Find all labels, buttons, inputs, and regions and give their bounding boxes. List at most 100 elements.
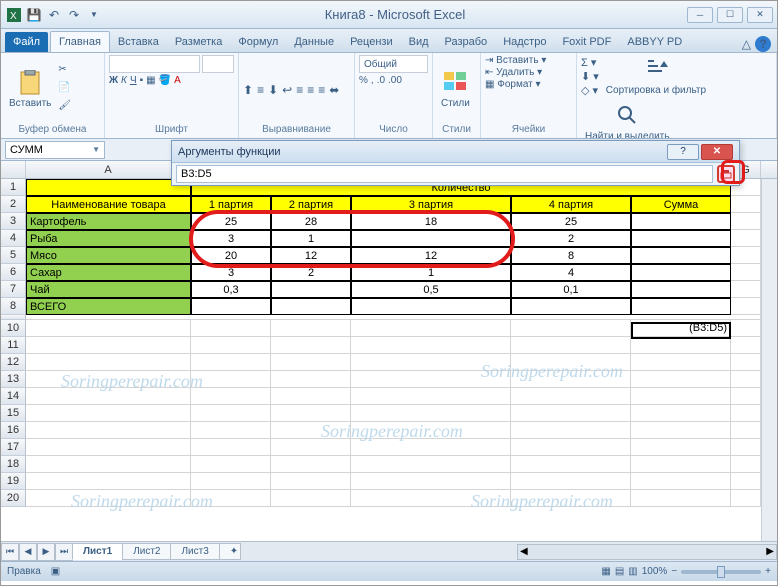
view-normal-icon[interactable]: ▦ xyxy=(601,566,610,577)
cell[interactable] xyxy=(271,281,351,298)
dialog-titlebar[interactable]: Аргументы функции ? ✕ xyxy=(172,141,739,163)
cell[interactable] xyxy=(191,337,271,354)
row-header[interactable]: 4 xyxy=(1,230,26,247)
paste-button[interactable]: Вставить xyxy=(5,68,55,111)
merge-icon[interactable]: ⬌ xyxy=(329,83,339,97)
cell[interactable] xyxy=(731,490,761,507)
zoom-in-button[interactable]: + xyxy=(765,566,771,577)
fill-icon[interactable]: ⬇ ▾ xyxy=(581,70,599,83)
dec-inc-icon[interactable]: .0 xyxy=(377,75,385,86)
cell[interactable] xyxy=(191,405,271,422)
styles-button[interactable]: Стили xyxy=(437,68,474,111)
cell[interactable] xyxy=(191,371,271,388)
cell[interactable] xyxy=(351,371,511,388)
row-header[interactable]: 15 xyxy=(1,405,26,422)
cell[interactable]: Картофель xyxy=(26,213,191,230)
sheet-nav-next[interactable]: ▶ xyxy=(37,543,55,561)
format-painter-icon[interactable]: 🖌 xyxy=(58,100,74,116)
cell[interactable] xyxy=(511,439,631,456)
cell[interactable]: Сахар xyxy=(26,264,191,281)
delete-cells-button[interactable]: ⇤ Удалить ▾ xyxy=(485,67,542,78)
cell[interactable] xyxy=(631,490,731,507)
zoom-level[interactable]: 100% xyxy=(642,566,668,577)
cell[interactable] xyxy=(631,264,731,281)
align-left-icon[interactable]: ≡ xyxy=(296,83,303,97)
cell[interactable] xyxy=(26,473,191,490)
cell[interactable] xyxy=(26,179,191,196)
sheet-nav-last[interactable]: ⏭ xyxy=(55,543,73,561)
cell[interactable]: Рыба xyxy=(26,230,191,247)
cell[interactable] xyxy=(351,405,511,422)
cell[interactable] xyxy=(271,298,351,315)
row-header[interactable]: 8 xyxy=(1,298,26,315)
dec-dec-icon[interactable]: .00 xyxy=(388,75,402,86)
zoom-slider[interactable] xyxy=(681,570,761,574)
tab-data[interactable]: Данные xyxy=(286,32,342,52)
cell[interactable] xyxy=(511,354,631,371)
cell[interactable] xyxy=(731,196,761,213)
cell[interactable] xyxy=(26,439,191,456)
cell[interactable] xyxy=(731,337,761,354)
cell[interactable]: 25 xyxy=(511,213,631,230)
cut-icon[interactable]: ✂ xyxy=(58,64,74,80)
row-header[interactable]: 10 xyxy=(1,320,26,337)
cell[interactable] xyxy=(271,371,351,388)
cell[interactable] xyxy=(731,456,761,473)
cell[interactable] xyxy=(511,422,631,439)
row-header[interactable]: 13 xyxy=(1,371,26,388)
cell[interactable]: 4 xyxy=(511,264,631,281)
row-header[interactable]: 14 xyxy=(1,388,26,405)
cell[interactable] xyxy=(26,422,191,439)
range-input[interactable] xyxy=(176,165,713,183)
dialog-close-button[interactable]: ✕ xyxy=(701,144,733,160)
help-icon[interactable]: ? xyxy=(755,36,771,52)
cell[interactable] xyxy=(191,388,271,405)
row-header[interactable]: 20 xyxy=(1,490,26,507)
minimize-button[interactable]: ─ xyxy=(687,7,713,23)
cell[interactable] xyxy=(731,264,761,281)
cell[interactable] xyxy=(731,388,761,405)
cell[interactable] xyxy=(731,281,761,298)
row-header[interactable]: 3 xyxy=(1,213,26,230)
cell[interactable]: 18 xyxy=(351,213,511,230)
cell[interactable] xyxy=(631,337,731,354)
align-mid-icon[interactable]: ≡ xyxy=(257,83,264,97)
cell[interactable] xyxy=(631,298,731,315)
zoom-out-button[interactable]: − xyxy=(671,566,677,577)
cell[interactable]: 3 партия xyxy=(351,196,511,213)
fontcolor-button[interactable]: A xyxy=(174,75,181,86)
cell-formula-preview[interactable]: (B3:D5) xyxy=(631,320,731,337)
cell[interactable] xyxy=(191,456,271,473)
row-header[interactable]: 2 xyxy=(1,196,26,213)
cell[interactable] xyxy=(731,213,761,230)
sheet-nav-first[interactable]: ⏮ xyxy=(1,543,19,561)
cell[interactable] xyxy=(271,439,351,456)
tab-view[interactable]: Вид xyxy=(401,32,437,52)
cell[interactable] xyxy=(631,388,731,405)
cell[interactable] xyxy=(271,354,351,371)
wrap-icon[interactable]: ↩ xyxy=(282,83,292,97)
save-icon[interactable]: 💾 xyxy=(25,6,43,24)
cell[interactable] xyxy=(631,371,731,388)
cell[interactable] xyxy=(271,456,351,473)
horizontal-scrollbar[interactable]: ◀▶ xyxy=(517,544,777,560)
tab-insert[interactable]: Вставка xyxy=(110,32,167,52)
view-break-icon[interactable]: ▥ xyxy=(628,566,637,577)
cell[interactable] xyxy=(26,371,191,388)
row-header[interactable]: 11 xyxy=(1,337,26,354)
copy-icon[interactable]: 📄 xyxy=(58,82,74,98)
cell[interactable] xyxy=(511,320,631,337)
cell[interactable] xyxy=(271,422,351,439)
comma-icon[interactable]: , xyxy=(371,75,374,86)
cell[interactable]: Чай xyxy=(26,281,191,298)
align-bot-icon[interactable]: ⬇ xyxy=(268,83,278,97)
row-header[interactable]: 12 xyxy=(1,354,26,371)
cell[interactable] xyxy=(731,473,761,490)
cell[interactable] xyxy=(351,320,511,337)
sheet-tab-3[interactable]: Лист3 xyxy=(170,543,219,560)
cell[interactable]: 1 партия xyxy=(191,196,271,213)
worksheet[interactable]: A B C D E F G 1 Количество 2 Наименовани… xyxy=(1,161,777,541)
underline-button[interactable]: Ч xyxy=(130,75,137,86)
cell[interactable]: 2 xyxy=(271,264,351,281)
bold-button[interactable]: Ж xyxy=(109,75,118,86)
